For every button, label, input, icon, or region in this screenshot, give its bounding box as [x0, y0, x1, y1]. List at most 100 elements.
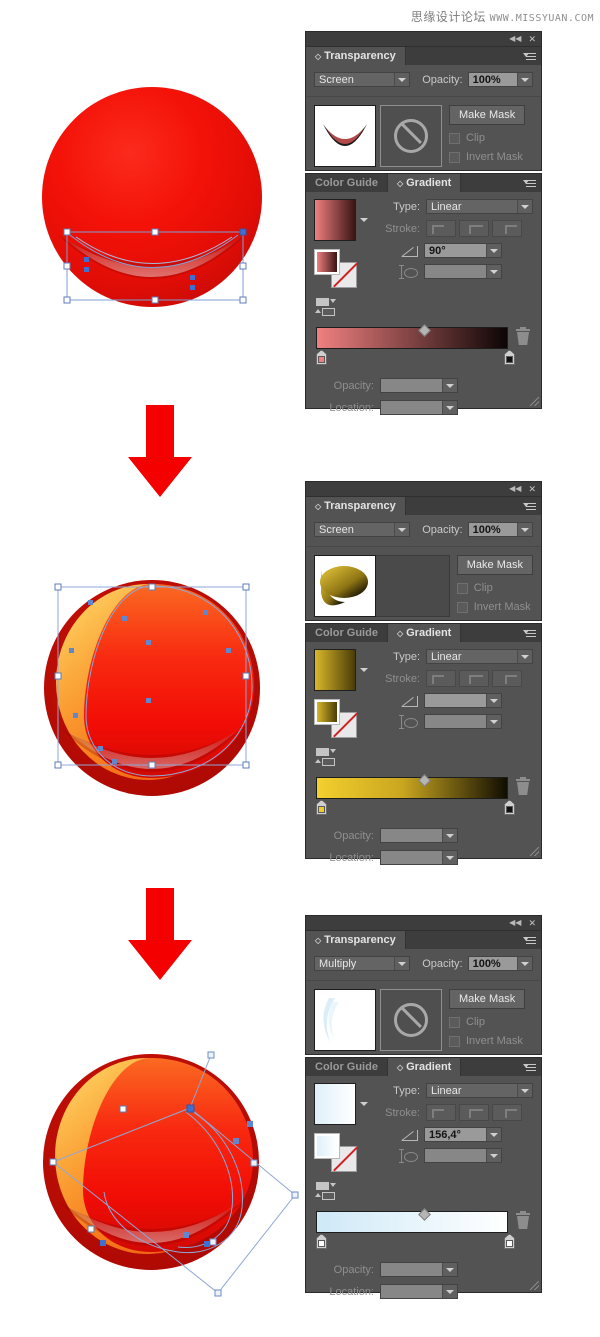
- make-mask-button[interactable]: Make Mask: [456, 555, 533, 575]
- mask-thumbnail[interactable]: [380, 105, 442, 167]
- gradient-bar[interactable]: [316, 777, 508, 799]
- gradient-swatch[interactable]: [314, 649, 356, 691]
- blend-mode-select[interactable]: Multiply: [314, 956, 411, 971]
- chevron-down-icon[interactable]: [394, 523, 410, 536]
- chevron-down-icon[interactable]: [517, 1084, 532, 1097]
- gradient-swatch[interactable]: [314, 199, 356, 241]
- chevron-down-icon[interactable]: [517, 957, 532, 970]
- chevron-down-icon[interactable]: [486, 694, 501, 707]
- gradient-slider[interactable]: [314, 1208, 533, 1250]
- make-mask-button[interactable]: Make Mask: [449, 105, 526, 125]
- invert-mask-checkbox[interactable]: [449, 151, 460, 163]
- opacity-select[interactable]: 100%: [467, 72, 533, 87]
- gradient-type-select[interactable]: Linear: [426, 649, 533, 664]
- stroke-within-button[interactable]: [426, 670, 456, 687]
- object-thumbnail[interactable]: [314, 989, 376, 1051]
- mask-thumbnail[interactable]: [380, 989, 442, 1051]
- tab-color-guide[interactable]: Color Guide: [306, 624, 388, 642]
- gradient-stop-start[interactable]: [316, 800, 327, 815]
- chevron-down-icon[interactable]: [517, 200, 532, 213]
- tab-gradient[interactable]: ◇ Gradient: [387, 1058, 462, 1076]
- chevron-down-icon[interactable]: [442, 1263, 457, 1276]
- blend-mode-select[interactable]: Screen: [314, 72, 411, 87]
- resize-grip-icon[interactable]: [530, 847, 539, 856]
- collapse-icon[interactable]: ◀◀: [509, 35, 521, 43]
- object-thumbnail[interactable]: [314, 105, 376, 167]
- gradient-slider[interactable]: [314, 324, 533, 366]
- gradient-angle-input[interactable]: [424, 693, 502, 708]
- gradient-type-select[interactable]: Linear: [426, 1083, 533, 1098]
- clip-checkbox-row[interactable]: Clip: [456, 582, 533, 594]
- stroke-along-button[interactable]: [459, 220, 489, 237]
- gradient-type-select[interactable]: Linear: [426, 199, 533, 214]
- chevron-down-icon[interactable]: [394, 73, 410, 86]
- chevron-down-icon[interactable]: [442, 401, 457, 414]
- clip-checkbox[interactable]: [449, 132, 460, 144]
- fill-stroke-indicator[interactable]: [314, 699, 360, 739]
- gradient-stop-start[interactable]: [316, 1234, 327, 1249]
- fill-swatch[interactable]: [314, 1133, 340, 1159]
- invert-mask-checkbox-row[interactable]: Invert Mask: [449, 151, 525, 163]
- gradient-slider[interactable]: [314, 774, 533, 816]
- panel-menu-icon[interactable]: [523, 179, 536, 188]
- stroke-across-button[interactable]: [492, 670, 522, 687]
- chevron-down-icon[interactable]: [486, 715, 501, 728]
- gradient-panel-1[interactable]: Color Guide ◇ Gradient Type: Linear Stro…: [305, 173, 542, 415]
- stroke-across-button[interactable]: [492, 220, 522, 237]
- stroke-type-buttons[interactable]: [426, 670, 522, 687]
- panel-menu-icon[interactable]: [523, 629, 536, 638]
- transparency-panel-1[interactable]: ◀◀ ✕ ◇ Transparency Screen Opacity: 100%: [305, 31, 542, 171]
- chevron-down-icon[interactable]: [486, 244, 501, 257]
- gradient-swatch[interactable]: [314, 1083, 356, 1125]
- stroke-along-button[interactable]: [459, 1104, 489, 1121]
- chevron-down-icon[interactable]: [442, 379, 457, 392]
- close-icon[interactable]: ✕: [528, 918, 536, 928]
- gradient-stop-end[interactable]: [504, 350, 515, 365]
- mask-empty-area[interactable]: [376, 555, 450, 617]
- gradient-panel-3[interactable]: Color Guide ◇ Gradient Type: Linear Stro…: [305, 1057, 542, 1299]
- gradient-aspect-input[interactable]: [424, 714, 502, 729]
- gradient-stop-end[interactable]: [504, 1234, 515, 1249]
- gradient-stop-end[interactable]: [504, 800, 515, 815]
- resize-grip-icon[interactable]: [530, 1281, 539, 1290]
- chevron-down-icon[interactable]: [486, 265, 501, 278]
- stroke-across-button[interactable]: [492, 1104, 522, 1121]
- gradient-stop-start[interactable]: [316, 350, 327, 365]
- stop-location-input[interactable]: [380, 400, 458, 415]
- chevron-down-icon[interactable]: [517, 73, 532, 86]
- invert-mask-checkbox[interactable]: [456, 601, 468, 613]
- delete-stop-icon[interactable]: [515, 1211, 531, 1231]
- chevron-down-icon[interactable]: [442, 829, 457, 842]
- stroke-type-buttons[interactable]: [426, 1104, 522, 1121]
- invert-mask-checkbox-row[interactable]: Invert Mask: [449, 1035, 525, 1047]
- gradient-angle-input[interactable]: 156,4°: [424, 1127, 502, 1142]
- make-mask-button[interactable]: Make Mask: [449, 989, 526, 1009]
- gradient-apply-icons[interactable]: [314, 298, 342, 318]
- blend-mode-select[interactable]: Screen: [314, 522, 411, 537]
- gradient-apply-icons[interactable]: [314, 748, 342, 768]
- clip-checkbox[interactable]: [449, 1016, 460, 1028]
- tab-transparency[interactable]: ◇ Transparency: [306, 497, 406, 515]
- chevron-down-icon[interactable]: [486, 1149, 501, 1162]
- tab-transparency[interactable]: ◇ Transparency: [306, 47, 406, 65]
- chevron-down-icon[interactable]: [442, 1285, 457, 1298]
- tab-color-guide[interactable]: Color Guide: [306, 1058, 388, 1076]
- tab-gradient[interactable]: ◇ Gradient: [387, 174, 462, 192]
- panel-menu-icon[interactable]: [523, 502, 536, 511]
- stop-location-input[interactable]: [380, 850, 458, 865]
- tab-gradient[interactable]: ◇ Gradient: [387, 624, 462, 642]
- gradient-angle-input[interactable]: 90°: [424, 243, 502, 258]
- collapse-icon[interactable]: ◀◀: [509, 919, 521, 927]
- chevron-down-icon[interactable]: [517, 650, 532, 663]
- chevron-down-icon[interactable]: [360, 218, 368, 222]
- gradient-aspect-input[interactable]: [424, 264, 502, 279]
- stop-opacity-input[interactable]: [380, 378, 458, 393]
- invert-mask-checkbox[interactable]: [449, 1035, 460, 1047]
- delete-stop-icon[interactable]: [515, 777, 531, 797]
- stop-opacity-input[interactable]: [380, 1262, 458, 1277]
- panel-menu-icon[interactable]: [523, 1063, 536, 1072]
- panel-menu-icon[interactable]: [523, 936, 536, 945]
- collapse-icon[interactable]: ◀◀: [509, 485, 521, 493]
- stop-opacity-input[interactable]: [380, 828, 458, 843]
- stroke-within-button[interactable]: [426, 220, 456, 237]
